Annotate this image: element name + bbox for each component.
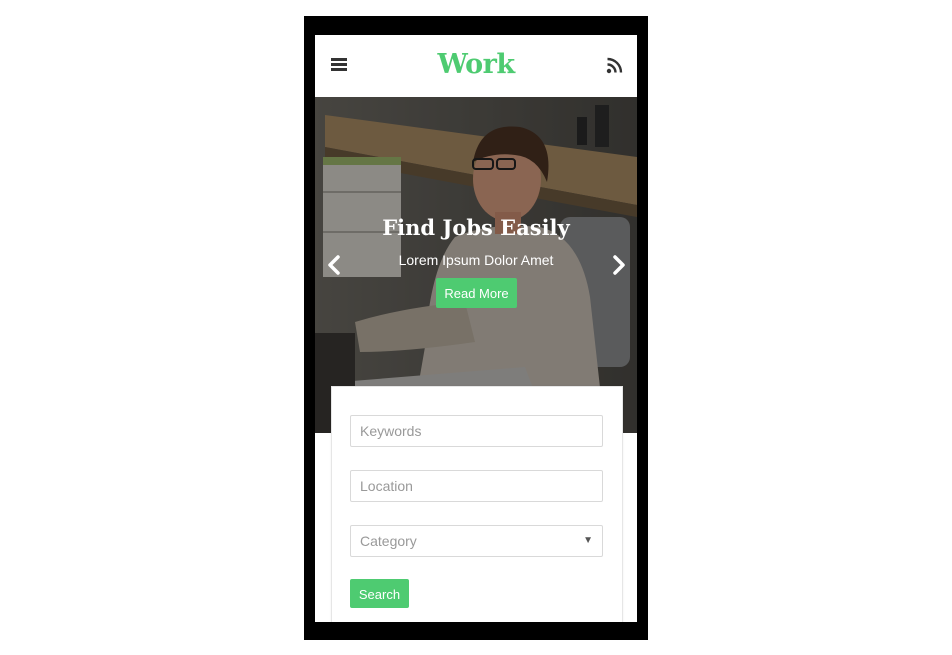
search-button[interactable]: Search (350, 579, 409, 608)
site-header: Work (315, 35, 637, 98)
mobile-screen: Work Find Jobs Easily Lorem Ipsum Dolor … (315, 35, 637, 622)
caret-down-icon: ▼ (583, 535, 593, 546)
read-more-button[interactable]: Read More (436, 278, 517, 308)
hero-subtitle: Lorem Ipsum Dolor Amet (398, 252, 554, 268)
chevron-left-icon[interactable] (327, 255, 341, 275)
rss-icon[interactable] (606, 57, 623, 74)
hero-carousel: Find Jobs Easily Lorem Ipsum Dolor Amet … (315, 97, 637, 433)
chevron-right-icon[interactable] (612, 255, 626, 275)
category-select-value: Category (360, 533, 417, 549)
site-logo[interactable]: Work (315, 48, 637, 82)
job-search-form: Category ▼ Search (331, 386, 623, 622)
category-select[interactable]: Category ▼ (350, 525, 603, 557)
hero-title: Find Jobs Easily (382, 215, 570, 240)
device-frame: Work Find Jobs Easily Lorem Ipsum Dolor … (304, 16, 648, 640)
location-input[interactable] (350, 470, 603, 502)
keywords-input[interactable] (350, 415, 603, 447)
